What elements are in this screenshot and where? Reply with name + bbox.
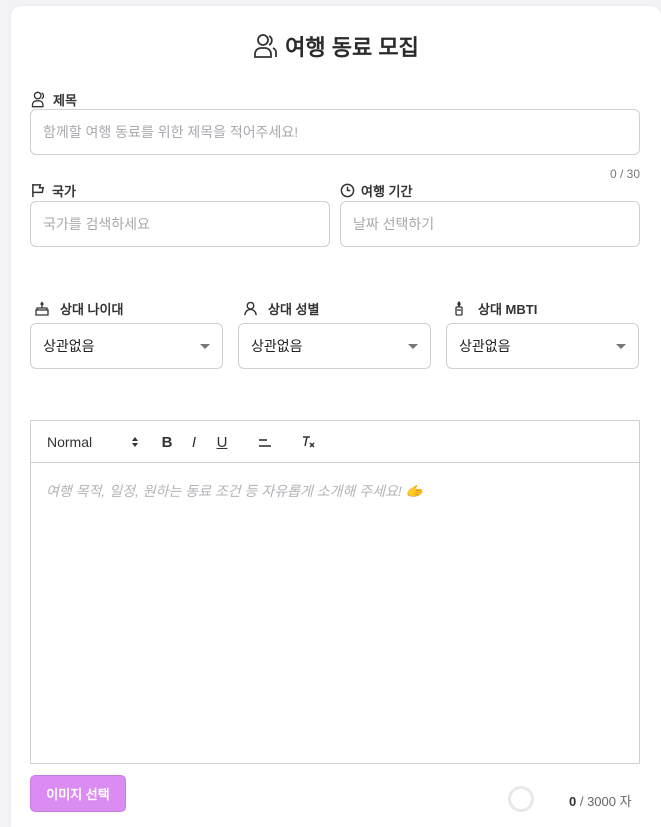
age-label: 상대 나이대 <box>34 299 123 318</box>
editor-placeholder: 여행 목적, 일정, 원하는 동료 조건 등 자유롭게 소개해 주세요! 🫱 <box>46 483 424 499</box>
bold-button[interactable]: B <box>157 421 177 463</box>
country-search-input[interactable]: 국가를 검색하세요 <box>30 201 330 247</box>
header-format-value: Normal <box>47 434 93 450</box>
underline-button[interactable]: U <box>212 421 232 463</box>
chevron-down-icon <box>200 343 210 349</box>
underline-glyph: U <box>216 433 228 451</box>
users-icon <box>31 91 45 108</box>
period-label: 여행 기간 <box>340 181 412 200</box>
title-label-text: 제목 <box>53 93 77 108</box>
title-label: 제목 <box>31 90 77 109</box>
select-image-label: 이미지 선택 <box>46 787 110 802</box>
person-icon <box>244 301 257 316</box>
candle-icon <box>455 300 463 316</box>
title-input-placeholder: 함께할 여행 동료를 위한 제목을 적어주세요! <box>43 124 299 140</box>
title-char-counter: 0 / 30 <box>609 167 640 181</box>
italic-glyph: I <box>191 433 197 451</box>
select-image-button[interactable]: 이미지 선택 <box>30 775 126 812</box>
mbti-select[interactable]: 상관없음 <box>446 323 639 369</box>
country-label-text: 국가 <box>52 184 76 199</box>
content-char-counter: 0 / 3000 자 <box>569 791 632 810</box>
chevron-down-icon <box>408 343 418 349</box>
date-input-placeholder: 날짜 선택하기 <box>353 216 435 232</box>
gender-select[interactable]: 상관없음 <box>238 323 431 369</box>
align-button[interactable] <box>255 421 275 463</box>
recruit-card: 여행 동료 모집 제목 함께할 여행 동료를 위한 제목을 적어주세요! 0 /… <box>11 6 661 827</box>
gender-label-text: 상대 성별 <box>268 302 320 317</box>
mbti-label-text: 상대 MBTI <box>478 302 538 317</box>
country-label: 국가 <box>31 181 76 200</box>
italic-button[interactable]: I <box>185 421 203 463</box>
age-label-text: 상대 나이대 <box>60 302 124 317</box>
mbti-select-value: 상관없음 <box>459 338 511 354</box>
rich-text-editor: Normal B I U 여행 목적, 일정, 원하는 동료 조건 등 자유롭게… <box>30 420 640 764</box>
date-picker-input[interactable]: 날짜 선택하기 <box>340 201 640 247</box>
gender-select-value: 상관없음 <box>251 338 303 354</box>
page-title-text: 여행 동료 모집 <box>285 35 419 60</box>
period-label-text: 여행 기간 <box>361 184 413 199</box>
gender-label: 상대 성별 <box>243 299 319 318</box>
clear-format-button[interactable] <box>299 421 319 463</box>
align-left-icon <box>259 439 271 447</box>
char-limit-text: / 3000 자 <box>576 794 632 809</box>
page-title: 여행 동료 모집 <box>11 30 661 62</box>
age-select[interactable]: 상관없음 <box>30 323 223 369</box>
clear-format-icon <box>303 436 315 448</box>
title-input[interactable]: 함께할 여행 동료를 위한 제목을 적어주세요! <box>30 109 640 155</box>
editor-toolbar: Normal B I U <box>31 421 639 463</box>
bold-glyph: B <box>161 433 173 451</box>
up-down-chevron-icon <box>132 437 138 447</box>
age-select-value: 상관없음 <box>43 338 95 354</box>
header-format-select[interactable]: Normal <box>47 421 139 463</box>
progress-ring <box>508 786 534 812</box>
users-icon <box>254 34 278 58</box>
cake-icon <box>35 300 49 316</box>
clock-icon <box>340 183 355 198</box>
mbti-label: 상대 MBTI <box>452 299 537 318</box>
flag-icon <box>32 183 45 198</box>
editor-content-area[interactable]: 여행 목적, 일정, 원하는 동료 조건 등 자유롭게 소개해 주세요! 🫱 <box>31 463 639 519</box>
chevron-down-icon <box>616 343 626 349</box>
country-input-placeholder: 국가를 검색하세요 <box>43 216 150 232</box>
